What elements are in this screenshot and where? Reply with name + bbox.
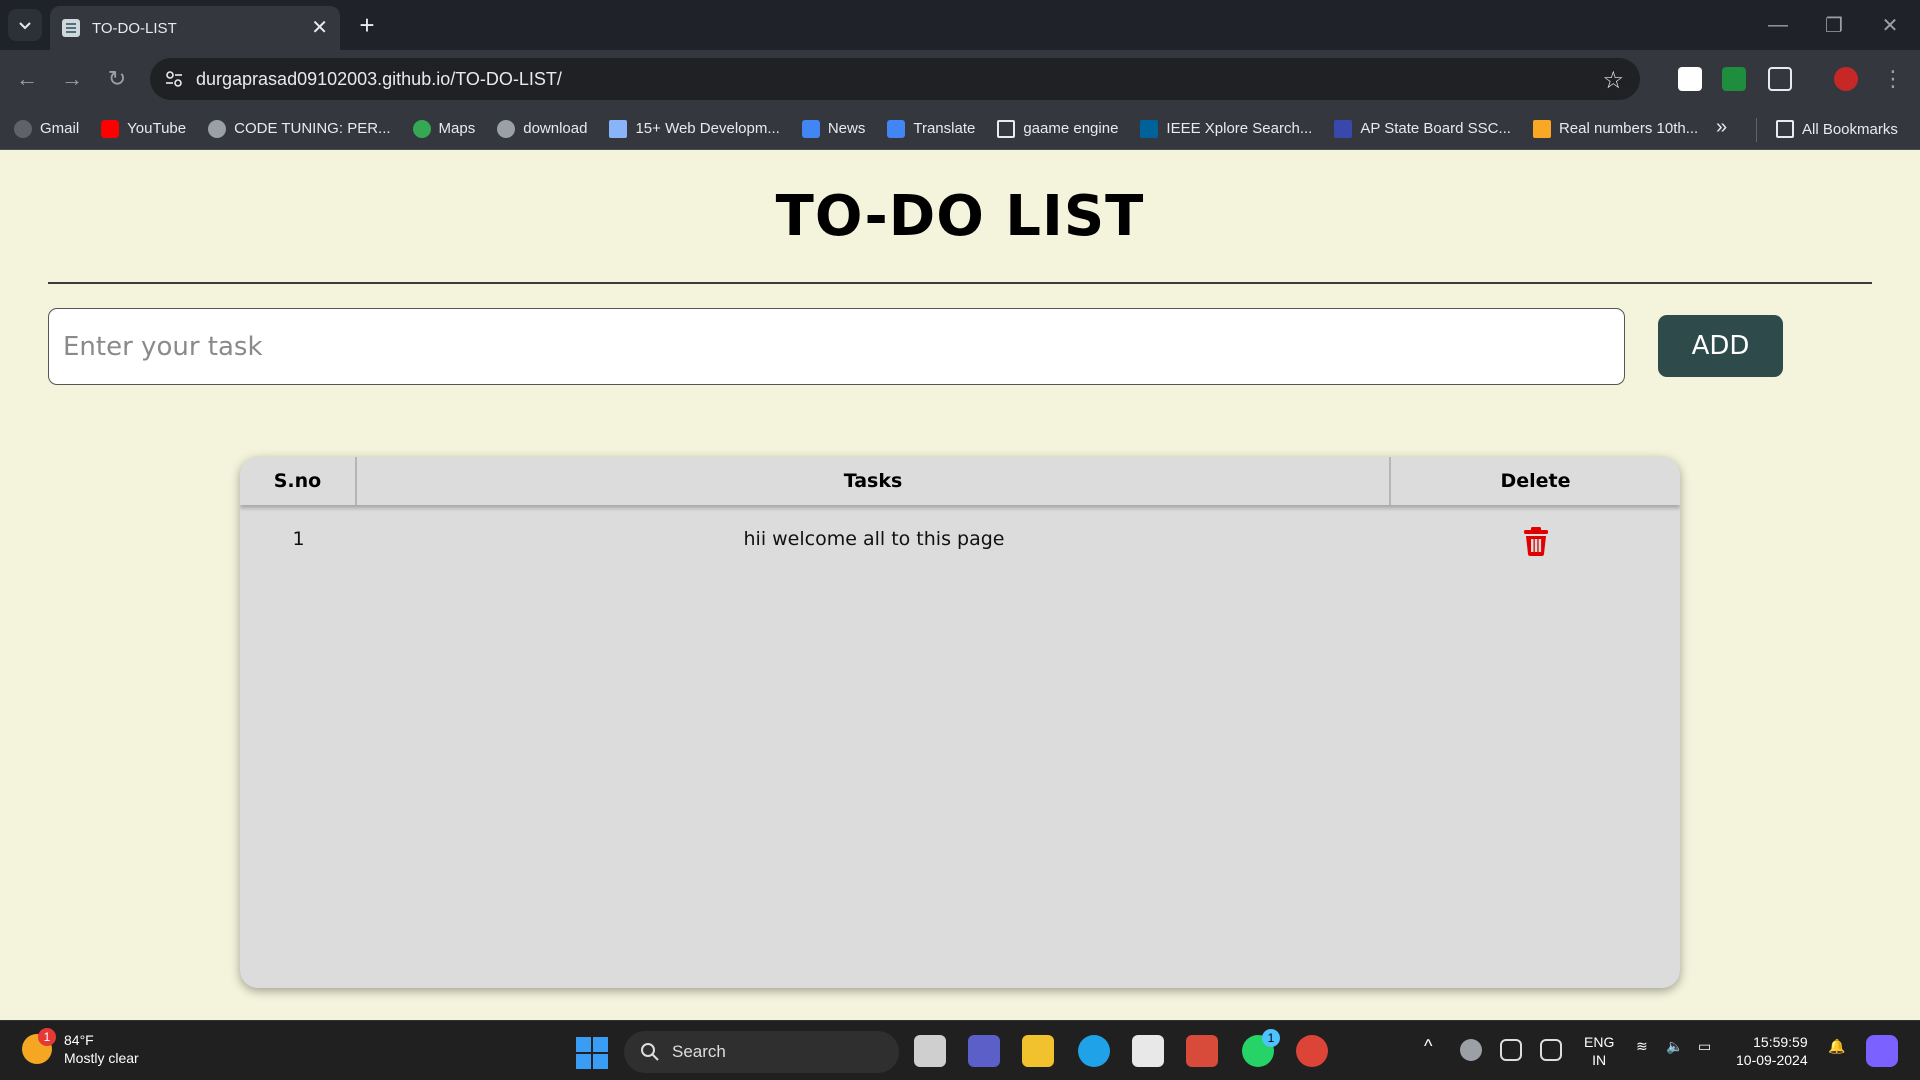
reload-icon[interactable]: ↻ — [100, 62, 134, 96]
title-divider — [48, 282, 1872, 284]
taskbar-search[interactable]: Search — [624, 1031, 899, 1073]
tab-title: TO-DO-LIST — [92, 19, 177, 37]
header-sno: S.no — [240, 457, 357, 505]
onedrive-icon[interactable] — [1460, 1039, 1482, 1061]
url-text: durgaprasad09102003.github.io/TO-DO-LIST… — [196, 68, 562, 89]
globe-icon — [497, 119, 516, 138]
weather-temp: 84°F — [64, 1032, 94, 1048]
bookmark-news[interactable]: News — [801, 119, 865, 138]
search-icon — [641, 1043, 659, 1061]
back-arrow-icon[interactable]: ← — [10, 62, 44, 96]
table-row: 1 hii welcome all to this page — [240, 513, 1680, 565]
whatsapp-icon[interactable]: 1 — [1242, 1029, 1280, 1067]
forward-arrow-icon[interactable]: → — [55, 62, 89, 96]
tab-close-icon[interactable]: ✕ — [311, 18, 328, 38]
bookmark-ieee-xplore[interactable]: IEEE Xplore Search... — [1140, 119, 1312, 138]
bookmark-gmail[interactable]: Gmail — [14, 119, 79, 138]
tab-favicon-icon — [62, 19, 80, 37]
whatsapp-badge: 1 — [1262, 1029, 1280, 1047]
weather-widget[interactable]: 1 84°F Mostly clear — [22, 1028, 139, 1067]
new-tab-button[interactable]: + — [352, 10, 382, 40]
task-text: hii welcome all to this page — [743, 528, 1005, 550]
bookmark-site-icon — [1532, 119, 1551, 138]
browser-tab-bar: TO-DO-LIST ✕ + — ❐ ✕ — [0, 0, 1920, 50]
wifi-icon[interactable]: ≋ — [1636, 1037, 1648, 1055]
todo-page: TO-DO LIST ADD S.no Tasks Delete 1 hii w… — [0, 150, 1920, 1020]
translate-icon — [887, 119, 906, 138]
display-icon[interactable] — [1540, 1039, 1562, 1061]
bookmark-ap-state-board[interactable]: AP State Board SSC... — [1334, 119, 1511, 138]
edge-icon[interactable] — [1078, 1035, 1110, 1067]
youtube-icon — [101, 119, 120, 138]
profile-avatar[interactable] — [1834, 67, 1858, 91]
folder-icon — [997, 119, 1016, 138]
menu-kebab-icon[interactable]: ⋮ — [1876, 62, 1910, 96]
windows-taskbar: 1 84°F Mostly clear Search 1 ^ ENG IN ≋ … — [0, 1020, 1920, 1080]
bookmark-code-tuning[interactable]: CODE TUNING: PER... — [208, 119, 391, 138]
language-indicator[interactable]: ENG IN — [1584, 1033, 1614, 1069]
windows-start-icon[interactable] — [576, 1037, 608, 1069]
restore-icon[interactable]: ❐ — [1814, 8, 1854, 42]
search-label: Search — [672, 1042, 726, 1061]
table-header-row: S.no Tasks Delete — [240, 457, 1680, 505]
all-bookmarks-button[interactable]: All Bookmarks — [1776, 108, 1898, 150]
trash-icon[interactable] — [1523, 526, 1549, 556]
file-explorer-icon[interactable] — [1022, 1035, 1054, 1067]
microsoft-store-icon[interactable] — [1132, 1035, 1164, 1067]
bookmark-star-icon[interactable]: ☆ — [1602, 66, 1624, 95]
site-info-icon[interactable] — [164, 69, 184, 89]
add-task-button[interactable]: ADD — [1658, 315, 1783, 377]
bookmark-translate[interactable]: Translate — [887, 119, 975, 138]
extensions-puzzle-icon[interactable] — [1768, 67, 1792, 91]
page-title: TO-DO LIST — [775, 184, 1145, 249]
weather-desc: Mostly clear — [64, 1050, 139, 1066]
tab-search-button[interactable] — [8, 9, 42, 41]
mountain-icon — [609, 119, 628, 138]
folder-icon — [1776, 120, 1794, 138]
header-delete: Delete — [1500, 470, 1571, 492]
bookmark-web-development[interactable]: 15+ Web Developm... — [609, 119, 780, 138]
bookmark-maps[interactable]: Maps — [412, 119, 475, 138]
delete-cell — [1391, 513, 1680, 565]
news-icon — [801, 119, 820, 138]
clock[interactable]: 15:59:59 10-09-2024 — [1736, 1033, 1808, 1069]
bookmark-youtube[interactable]: YouTube — [101, 119, 186, 138]
extension-b-icon[interactable] — [1678, 67, 1702, 91]
minimize-icon[interactable]: — — [1758, 8, 1798, 42]
battery-icon[interactable]: ▭ — [1698, 1037, 1711, 1055]
task-input[interactable] — [48, 308, 1625, 385]
task-view-icon[interactable] — [914, 1035, 946, 1067]
header-tasks: Tasks — [357, 457, 1391, 505]
window-close-icon[interactable]: ✕ — [1870, 8, 1910, 42]
teams-icon[interactable] — [968, 1035, 1000, 1067]
chevron-down-icon — [19, 22, 31, 30]
chrome-icon[interactable] — [1296, 1035, 1328, 1067]
copilot-icon[interactable] — [1866, 1035, 1898, 1067]
task-sno: 1 — [292, 528, 305, 550]
browser-toolbar: ← → ↻ durgaprasad09102003.github.io/TO-D… — [0, 50, 1920, 108]
address-bar[interactable]: durgaprasad09102003.github.io/TO-DO-LIST… — [150, 58, 1640, 100]
tasks-table: S.no Tasks Delete 1 hii welcome all to t… — [240, 457, 1680, 988]
notification-bell-icon[interactable]: 🔔 — [1828, 1037, 1845, 1055]
globe-icon — [208, 119, 227, 138]
more-bookmarks-icon[interactable]: » — [1716, 116, 1727, 139]
extension-check-icon[interactable] — [1722, 67, 1746, 91]
weather-badge: 1 — [38, 1028, 56, 1046]
bookmarks-divider — [1756, 118, 1757, 142]
volume-icon[interactable]: 🔈 — [1666, 1037, 1683, 1055]
weather-moon-icon: 1 — [22, 1028, 56, 1064]
bookmark-real-numbers[interactable]: Real numbers 10th... — [1532, 119, 1698, 138]
browser-tab-active[interactable]: TO-DO-LIST ✕ — [50, 6, 340, 50]
tray-overflow-icon[interactable]: ^ — [1424, 1037, 1432, 1055]
ap-logo-icon — [1334, 119, 1353, 138]
bookmarks-bar: Gmail YouTube CODE TUNING: PER... Maps d… — [0, 108, 1920, 150]
bookmark-gaame-engine[interactable]: gaame engine — [997, 119, 1118, 138]
maps-pin-icon — [412, 119, 431, 138]
bookmark-download[interactable]: download — [497, 119, 587, 138]
keyboard-icon[interactable] — [1500, 1039, 1522, 1061]
ieee-icon — [1140, 119, 1159, 138]
snipping-tool-icon[interactable] — [1186, 1035, 1218, 1067]
gmail-icon — [14, 119, 32, 138]
